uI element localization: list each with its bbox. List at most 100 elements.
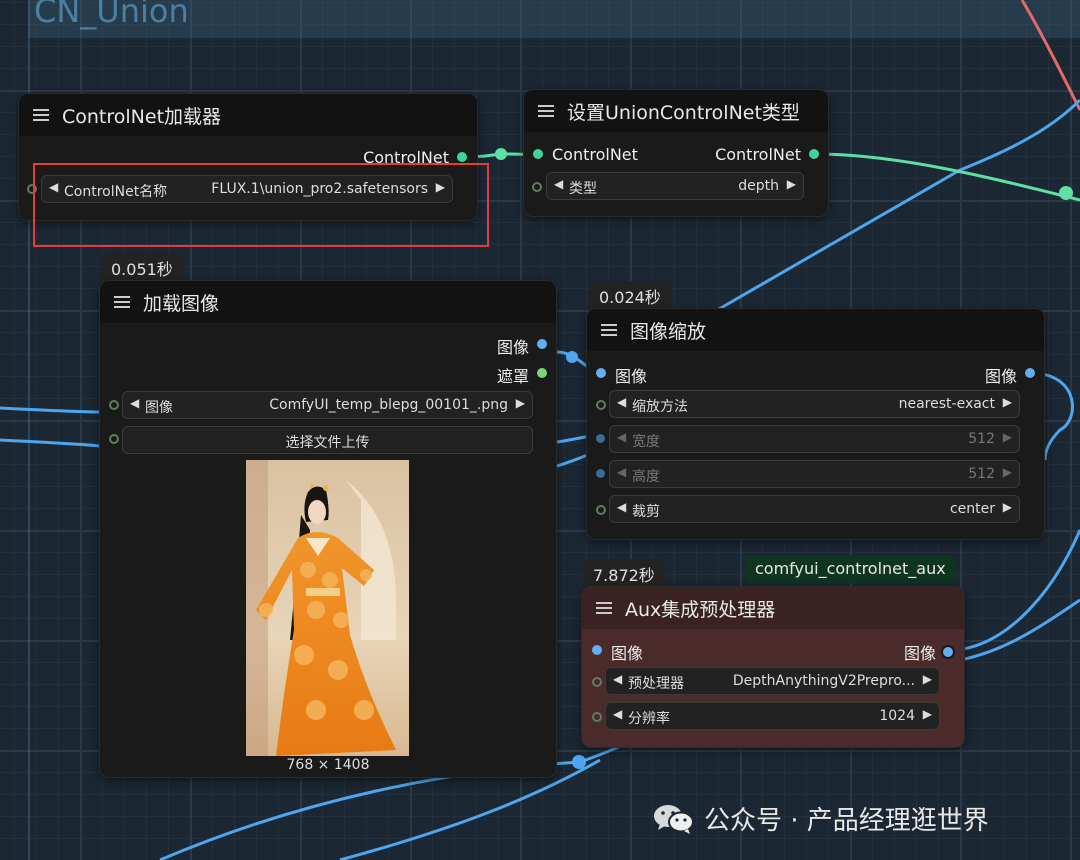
- node-load-image[interactable]: 加载图像 图像 遮罩 ◀ 图像 ComfyUI_temp_blepg_00101…: [100, 281, 556, 777]
- node-union-controlnet-type[interactable]: 设置UnionControlNet类型 ControlNet ControlNe…: [524, 90, 828, 216]
- menu-icon[interactable]: [33, 109, 49, 121]
- input-image-port[interactable]: [596, 368, 606, 378]
- wechat-icon: [652, 803, 696, 835]
- output-controlnet-port[interactable]: [457, 152, 467, 162]
- scale-method-select[interactable]: ◀ 缩放方法 nearest-exact ▶: [609, 390, 1020, 418]
- height-input-port[interactable]: [596, 469, 605, 478]
- input-image-label: 图像: [611, 644, 644, 663]
- resolution-input-port[interactable]: [592, 712, 602, 722]
- widget-value: DepthAnythingV2Prepro...: [732, 673, 915, 689]
- widget-label: 高度: [632, 469, 660, 485]
- widget-value: nearest-exact: [898, 396, 995, 412]
- wire-mid-2: [556, 452, 591, 468]
- arrow-left-icon[interactable]: ◀: [617, 500, 626, 514]
- widget-input-port[interactable]: [109, 400, 119, 410]
- arrow-right-icon[interactable]: ▶: [1003, 500, 1012, 514]
- arrow-right-icon[interactable]: ▶: [516, 396, 525, 410]
- input-image-port[interactable]: [592, 645, 602, 655]
- widget-input-port[interactable]: [596, 400, 606, 410]
- widget-input-port[interactable]: [592, 677, 602, 687]
- widget-value: ComfyUI_temp_blepg_00101_.png: [269, 397, 508, 413]
- preview-figure-illustration: [246, 460, 409, 756]
- menu-icon[interactable]: [601, 324, 617, 336]
- upload-button[interactable]: 选择文件上传: [122, 426, 533, 454]
- wire-red: [1020, 0, 1080, 111]
- output-image-port[interactable]: [1025, 368, 1035, 378]
- widget-label: 分辨率: [628, 711, 670, 727]
- node-source-badge: comfyui_controlnet_aux: [746, 555, 955, 583]
- arrow-right-icon[interactable]: ▶: [787, 177, 796, 191]
- upload-label: 选择文件上传: [285, 435, 370, 451]
- widget-label: 类型: [569, 181, 597, 197]
- output-image-label: 图像: [496, 338, 529, 357]
- output-image-port[interactable]: [941, 645, 955, 659]
- wire-aux-out: [949, 529, 1080, 652]
- widget-value: depth: [738, 178, 779, 194]
- widget-value: 512: [968, 431, 995, 447]
- arrow-right-icon[interactable]: ▶: [1003, 430, 1012, 444]
- node-image-scale[interactable]: 图像缩放 图像 图像 ◀ 缩放方法 nearest-exact ▶ ◀ 宽度 5…: [587, 309, 1044, 539]
- widget-value: center: [949, 501, 995, 517]
- arrow-right-icon[interactable]: ▶: [1003, 465, 1012, 479]
- arrow-right-icon[interactable]: ▶: [923, 672, 932, 686]
- menu-icon[interactable]: [538, 105, 554, 117]
- output-mask-port[interactable]: [537, 368, 547, 378]
- node-title: 加载图像: [143, 292, 220, 315]
- wire-reroute-cn-2[interactable]: [1059, 186, 1073, 200]
- wire-aux-out-2: [959, 598, 1080, 662]
- widget-value: 512: [968, 466, 995, 482]
- wire-reroute-dot-2[interactable]: [566, 351, 578, 363]
- widget-label: 宽度: [632, 434, 660, 450]
- arrow-left-icon[interactable]: ◀: [130, 396, 139, 410]
- input-controlnet-label: ControlNet: [552, 145, 638, 164]
- image-size-label: 768 × 1408: [286, 757, 370, 773]
- wire-blue-left-lower: [0, 438, 101, 448]
- node-header[interactable]: 加载图像: [100, 281, 556, 323]
- widget-label: 图像: [145, 400, 173, 416]
- wire-reroute-dot[interactable]: [572, 755, 586, 769]
- arrow-left-icon[interactable]: ◀: [617, 395, 626, 409]
- node-header[interactable]: Aux集成预处理器: [582, 587, 964, 629]
- arrow-left-icon[interactable]: ◀: [617, 430, 626, 444]
- watermark-text: 公众号 · 产品经理逛世界: [704, 806, 989, 836]
- watermark: 公众号 · 产品经理逛世界: [652, 800, 989, 837]
- output-image-label: 图像: [903, 644, 936, 663]
- node-title: ControlNet加载器: [62, 105, 222, 128]
- upload-input-port[interactable]: [109, 434, 119, 444]
- output-image-port[interactable]: [537, 339, 547, 349]
- image-select[interactable]: ◀ 图像 ComfyUI_temp_blepg_00101_.png ▶: [122, 391, 533, 419]
- arrow-left-icon[interactable]: ◀: [613, 707, 622, 721]
- arrow-left-icon[interactable]: ◀: [617, 465, 626, 479]
- arrow-left-icon[interactable]: ◀: [613, 672, 622, 686]
- resolution-stepper[interactable]: ◀ 分辨率 1024 ▶: [605, 702, 940, 730]
- preprocessor-select[interactable]: ◀ 预处理器 DepthAnythingV2Prepro... ▶: [605, 667, 940, 695]
- wire-mid-1: [556, 434, 591, 444]
- node-header[interactable]: 图像缩放: [587, 309, 1044, 351]
- node-header[interactable]: 设置UnionControlNet类型: [524, 90, 828, 132]
- width-input-port[interactable]: [596, 434, 605, 443]
- output-controlnet-port[interactable]: [809, 149, 819, 159]
- output-image-label: 图像: [984, 367, 1017, 386]
- node-title: 图像缩放: [630, 320, 707, 343]
- node-aux-preprocessor[interactable]: Aux集成预处理器 图像 图像 ◀ 预处理器 DepthAnythingV2Pr…: [582, 587, 964, 747]
- arrow-right-icon[interactable]: ▶: [1003, 395, 1012, 409]
- input-controlnet-port[interactable]: [533, 149, 543, 159]
- widget-input-port[interactable]: [532, 182, 542, 192]
- crop-input-port[interactable]: [596, 505, 606, 515]
- node-title: 设置UnionControlNet类型: [567, 101, 800, 124]
- crop-select[interactable]: ◀ 裁剪 center ▶: [609, 495, 1020, 523]
- arrow-left-icon[interactable]: ◀: [554, 177, 563, 191]
- menu-icon[interactable]: [596, 602, 612, 614]
- node-header[interactable]: ControlNet加载器: [19, 94, 477, 136]
- arrow-right-icon[interactable]: ▶: [923, 707, 932, 721]
- wire-blue-left-upper: [0, 406, 101, 414]
- widget-value: 1024: [879, 708, 915, 724]
- image-preview: [246, 460, 409, 756]
- height-stepper[interactable]: ◀ 高度 512 ▶: [609, 460, 1020, 488]
- type-select[interactable]: ◀ 类型 depth ▶: [546, 172, 804, 200]
- width-stepper[interactable]: ◀ 宽度 512 ▶: [609, 425, 1020, 453]
- highlight-box: [33, 163, 489, 247]
- widget-label: 缩放方法: [632, 399, 688, 415]
- menu-icon[interactable]: [114, 296, 130, 308]
- wire-reroute-cn[interactable]: [495, 148, 507, 160]
